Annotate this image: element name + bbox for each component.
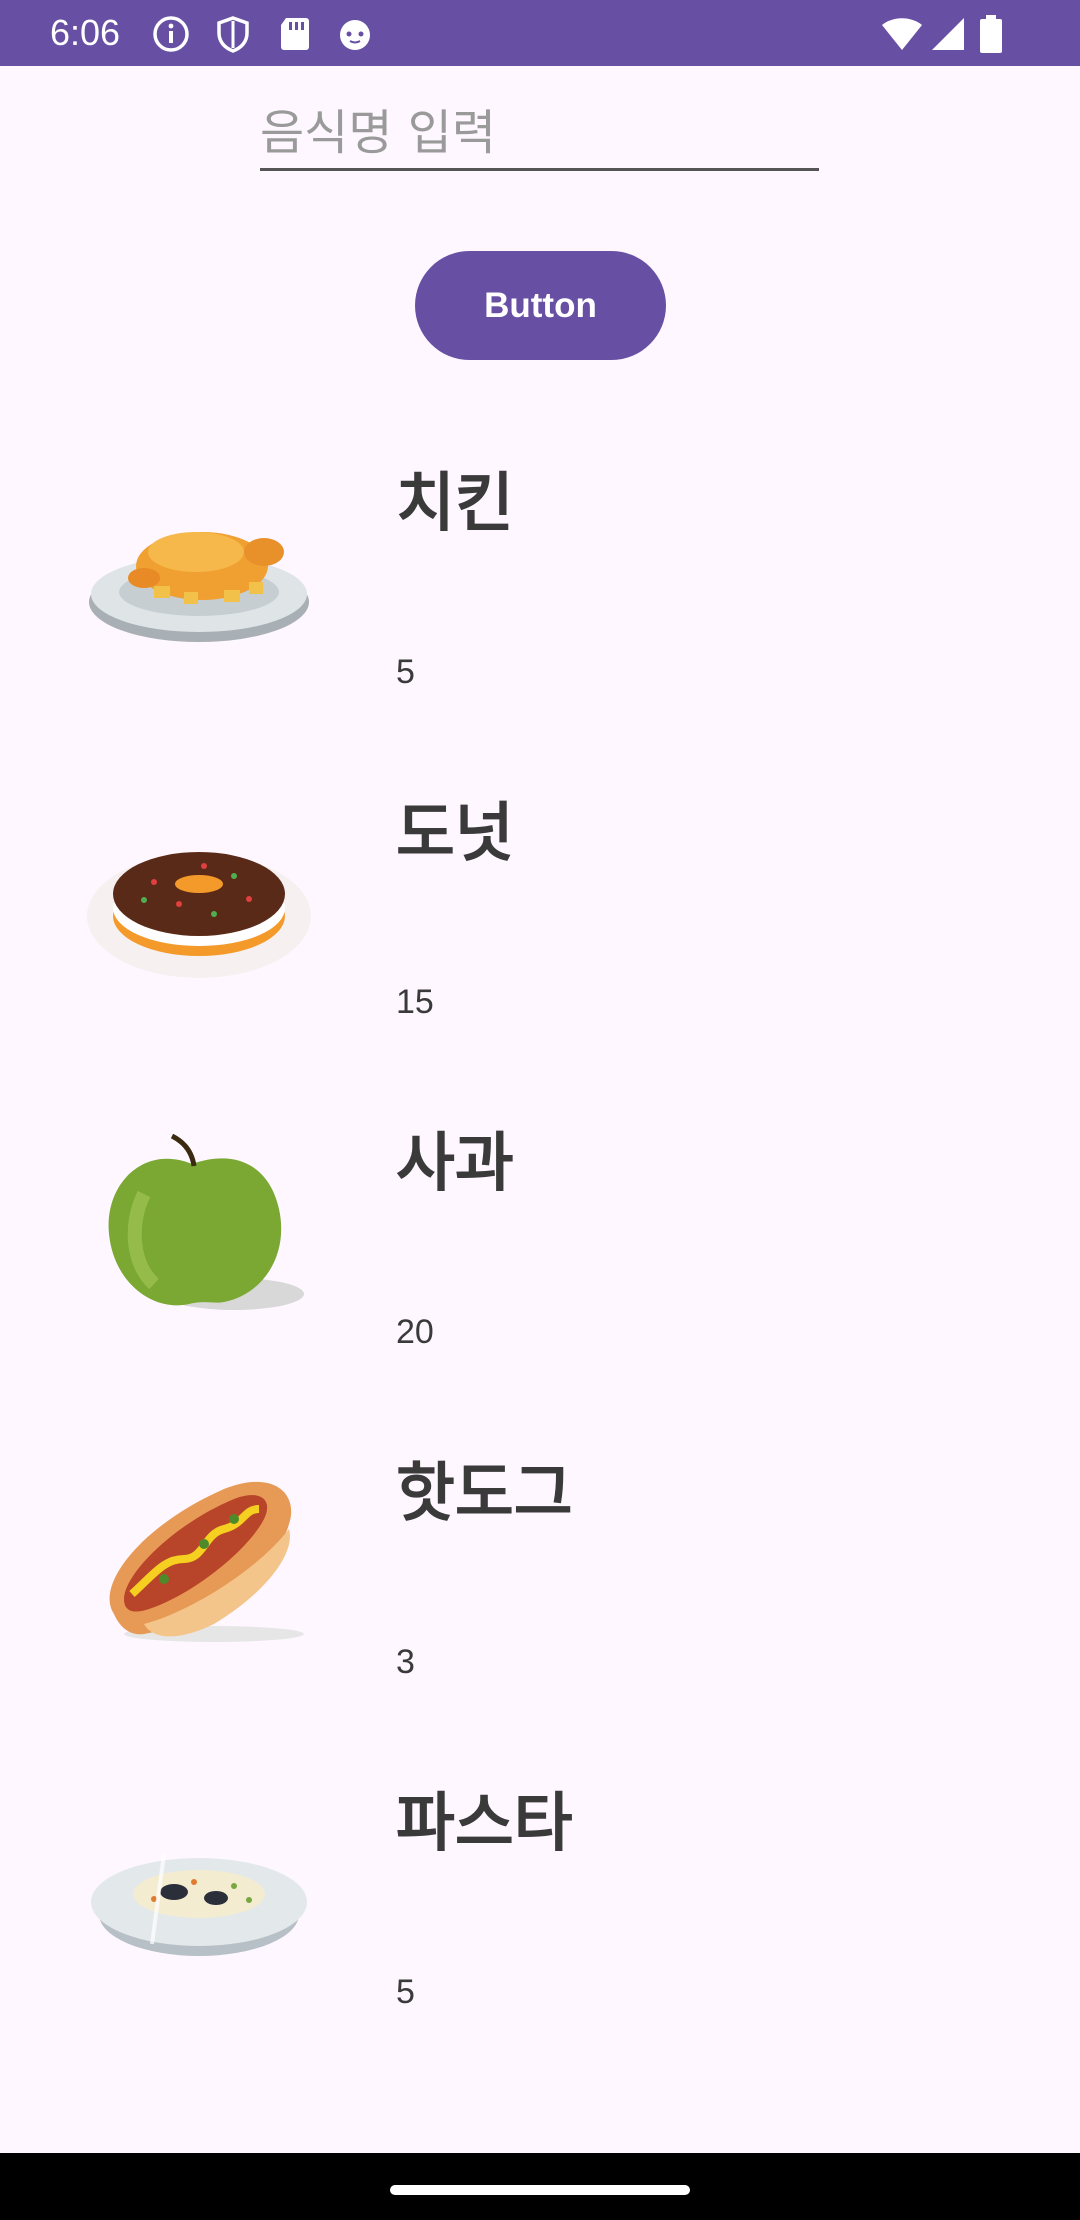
submit-button[interactable]: Button [415, 251, 666, 360]
list-item[interactable]: 치킨 5 [0, 424, 1080, 754]
food-name: 핫도그 [396, 1457, 573, 1531]
sd-card-icon [281, 18, 309, 50]
food-name-input[interactable] [260, 98, 819, 171]
cat-face-icon [340, 20, 370, 50]
status-bar: 6:06 [0, 0, 1080, 66]
list-item[interactable]: 사과 20 [0, 1084, 1080, 1414]
pasta-bowl-icon [91, 1853, 307, 1956]
navigation-bar [0, 2153, 1080, 2220]
green-apple-icon [108, 1134, 304, 1310]
status-time: 6:06 [50, 12, 121, 53]
food-name: 도넛 [396, 797, 514, 871]
food-name: 사과 [396, 1127, 514, 1201]
roast-chicken-icon [89, 532, 309, 642]
wifi-icon [882, 18, 922, 50]
home-indicator[interactable] [390, 2185, 690, 2195]
list-item[interactable]: 도넛 15 [0, 754, 1080, 1084]
donut-icon [87, 852, 311, 978]
list-item[interactable]: 핫도그 3 [0, 1414, 1080, 1744]
battery-icon [980, 15, 1002, 53]
food-name: 치킨 [396, 467, 514, 541]
food-count: 15 [396, 983, 434, 1021]
info-icon [153, 16, 189, 52]
list-item[interactable]: 파스타 5 [0, 1744, 1080, 2074]
signal-icon [932, 18, 964, 50]
food-count: 5 [396, 653, 415, 691]
food-count: 20 [396, 1313, 434, 1351]
food-list[interactable]: 치킨 5 도넛 15 사과 20 핫도그 3 파스타 5 [0, 424, 1080, 2074]
shield-icon [217, 16, 249, 53]
food-count: 5 [396, 1973, 415, 2011]
hotdog-icon [109, 1481, 304, 1642]
food-name: 파스타 [396, 1787, 573, 1861]
food-count: 3 [396, 1643, 415, 1681]
